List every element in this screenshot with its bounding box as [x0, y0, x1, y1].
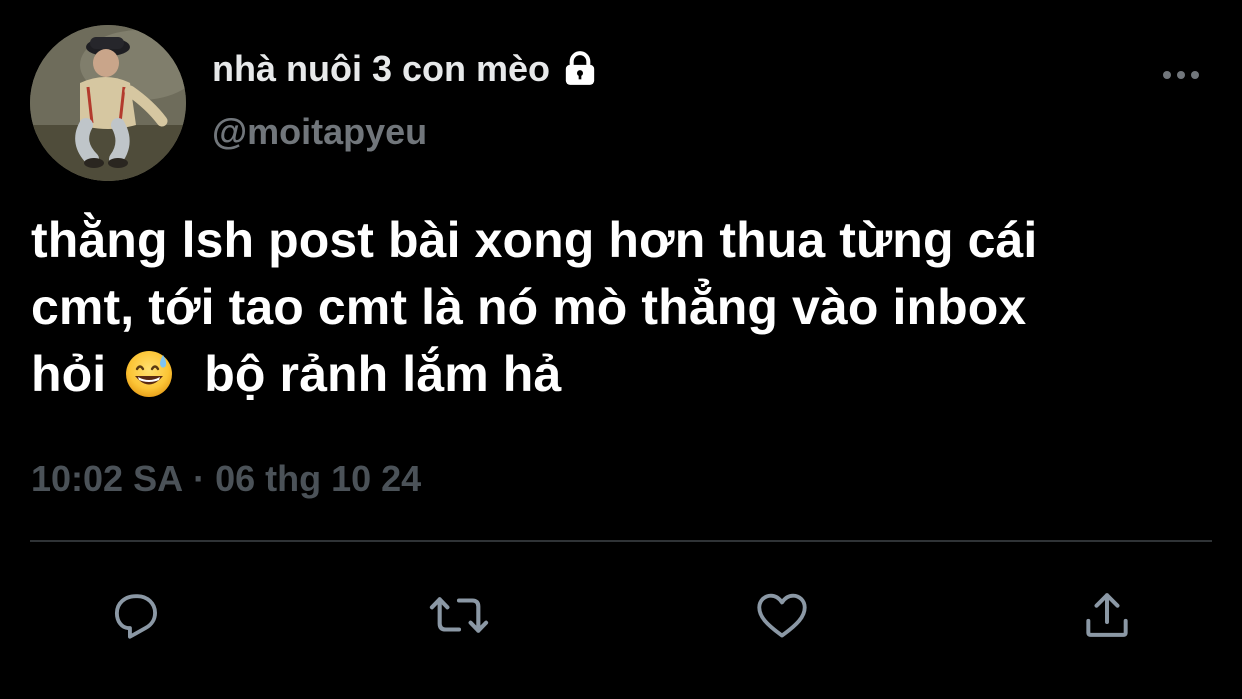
tweet-date: 06 thg 10 24 — [215, 458, 422, 499]
tweet-timestamp[interactable]: 10:02 SA · 06 thg 10 24 — [31, 458, 421, 500]
divider — [30, 540, 1212, 542]
heart-icon — [757, 593, 807, 638]
avatar-photo — [30, 25, 186, 181]
display-name[interactable]: nhà nuôi 3 con mèo — [212, 48, 550, 90]
more-horizontal-icon — [1163, 71, 1199, 79]
reply-icon — [114, 594, 157, 639]
share-icon — [1086, 593, 1128, 637]
like-button[interactable] — [747, 580, 817, 650]
display-name-row: nhà nuôi 3 con mèo — [212, 44, 600, 94]
tweet-text-fragment: bộ rảnh lắm hả — [204, 346, 562, 402]
action-bar — [0, 580, 1242, 650]
share-button[interactable] — [1072, 580, 1142, 650]
retweet-button[interactable] — [424, 580, 494, 650]
avatar[interactable] — [30, 25, 186, 181]
tweet-text-fragment: hỏi — [31, 346, 107, 402]
user-handle[interactable]: @moitapyeu — [212, 111, 427, 153]
grinning-face-with-sweat-icon — [124, 349, 174, 399]
tweet-text-line: hỏi bộ rảnh lắm hả — [31, 341, 1221, 408]
tweet-text-line: thằng lsh post bài xong hơn thua từng cá… — [31, 212, 1038, 268]
lock-icon — [565, 51, 595, 85]
tweet-text: thằng lsh post bài xong hơn thua từng cá… — [31, 207, 1221, 408]
tweet-detail: nhà nuôi 3 con mèo @moitapyeu thằng lsh … — [0, 0, 1242, 699]
meta-separator: · — [193, 458, 206, 499]
reply-button[interactable] — [100, 580, 170, 650]
retweet-icon — [429, 597, 489, 633]
tweet-text-line: cmt, tới tao cmt là nó mò thẳng vào inbo… — [31, 279, 1027, 335]
more-button[interactable] — [1155, 60, 1207, 90]
tweet-time: 10:02 SA — [31, 458, 184, 499]
